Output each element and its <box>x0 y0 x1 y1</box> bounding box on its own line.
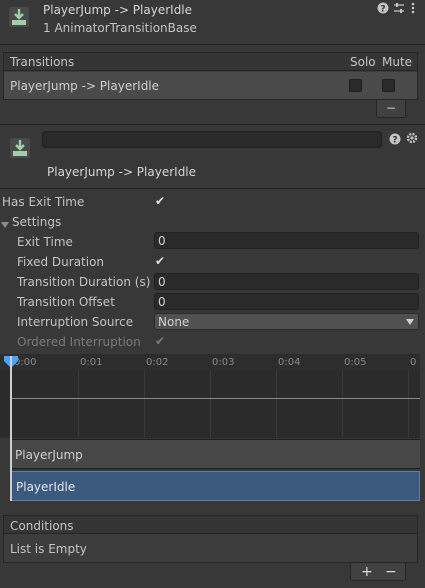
solo-checkbox[interactable] <box>349 79 362 92</box>
tick-label: 0:01 <box>80 357 103 368</box>
transition-offset-field[interactable]: 0 <box>154 293 419 310</box>
divider <box>0 124 425 125</box>
remove-transition-button[interactable]: − <box>376 100 406 118</box>
timeline-ruler[interactable]: 0:00 0:01 0:02 0:03 0:04 0:05 0 <box>0 354 420 370</box>
tick-label: 0:03 <box>212 357 235 368</box>
svg-text:?: ? <box>380 5 385 15</box>
conditions-footer: + − <box>350 563 406 581</box>
add-condition-button[interactable]: + <box>361 565 373 579</box>
help-icon[interactable]: ? <box>377 2 389 15</box>
remove-condition-button[interactable]: − <box>385 565 397 579</box>
help-icon[interactable]: ? <box>389 133 401 146</box>
conditions-header: Conditions <box>3 515 418 534</box>
divider <box>0 188 425 189</box>
tick-label: 0:04 <box>278 357 301 368</box>
has-exit-time-label: Has Exit Time <box>2 195 85 209</box>
header-subtitle: 1 AnimatorTransitionBase <box>43 21 197 35</box>
fixed-duration-checkbox[interactable]: ✔ <box>155 255 165 267</box>
exit-time-field[interactable]: 0 <box>154 232 419 249</box>
state-from-label: PlayerJump <box>15 448 83 462</box>
transition-duration-field[interactable]: 0 <box>154 273 419 290</box>
mute-checkbox[interactable] <box>382 79 395 92</box>
transition-asset-icon <box>8 6 30 28</box>
transition-curve-line <box>10 398 420 399</box>
chevron-down-icon <box>406 319 414 325</box>
exit-time-label: Exit Time <box>17 235 73 249</box>
transitions-header: Transitions Solo Mute <box>4 53 417 71</box>
settings-foldout[interactable]: Settings <box>12 216 61 228</box>
name-field[interactable] <box>42 131 382 148</box>
solo-column-header: Solo <box>350 55 376 69</box>
timeline-state-from[interactable]: PlayerJump <box>10 439 420 469</box>
tick-label: 0:02 <box>146 357 169 368</box>
tick-label: 0:05 <box>344 357 367 368</box>
state-to-label: PlayerIdle <box>16 480 76 494</box>
fixed-duration-label: Fixed Duration <box>17 255 105 269</box>
inspector-title: PlayerJump -> PlayerIdle <box>47 165 197 179</box>
ordered-interruption-label: Ordered Interruption <box>17 335 141 349</box>
preset-sliders-icon[interactable] <box>393 2 405 14</box>
foldout-arrow-icon[interactable] <box>1 218 9 228</box>
transition-row-label: PlayerJump -> PlayerIdle <box>10 79 160 93</box>
header-title: PlayerJump -> PlayerIdle <box>43 3 193 17</box>
transitions-title: Transitions <box>10 55 75 69</box>
transition-icon <box>9 137 31 159</box>
conditions-empty-text: List is Empty <box>10 542 87 556</box>
transition-row[interactable]: PlayerJump -> PlayerIdle <box>4 72 417 99</box>
has-exit-time-checkbox[interactable]: ✔ <box>155 195 165 207</box>
interruption-source-label: Interruption Source <box>17 315 134 329</box>
interruption-source-dropdown[interactable]: None <box>154 313 419 330</box>
conditions-title: Conditions <box>10 519 74 533</box>
tick-label: 0 <box>410 357 417 368</box>
divider <box>0 44 425 45</box>
ordered-interruption-checkbox: ✔ <box>155 334 166 348</box>
gear-icon[interactable] <box>406 132 418 144</box>
conditions-list: List is Empty <box>3 534 418 563</box>
mute-column-header: Mute <box>382 55 413 69</box>
svg-text:?: ? <box>392 136 397 146</box>
transitions-list: Transitions Solo Mute PlayerJump -> Play… <box>3 52 418 100</box>
timeline-state-to[interactable]: PlayerIdle <box>10 471 420 501</box>
timeline-area[interactable] <box>0 370 420 438</box>
transition-duration-label: Transition Duration (s) <box>17 275 151 289</box>
kebab-menu-icon[interactable] <box>410 2 416 14</box>
transition-offset-label: Transition Offset <box>17 295 115 309</box>
playhead-line <box>10 356 12 501</box>
interruption-source-value: None <box>158 315 190 329</box>
